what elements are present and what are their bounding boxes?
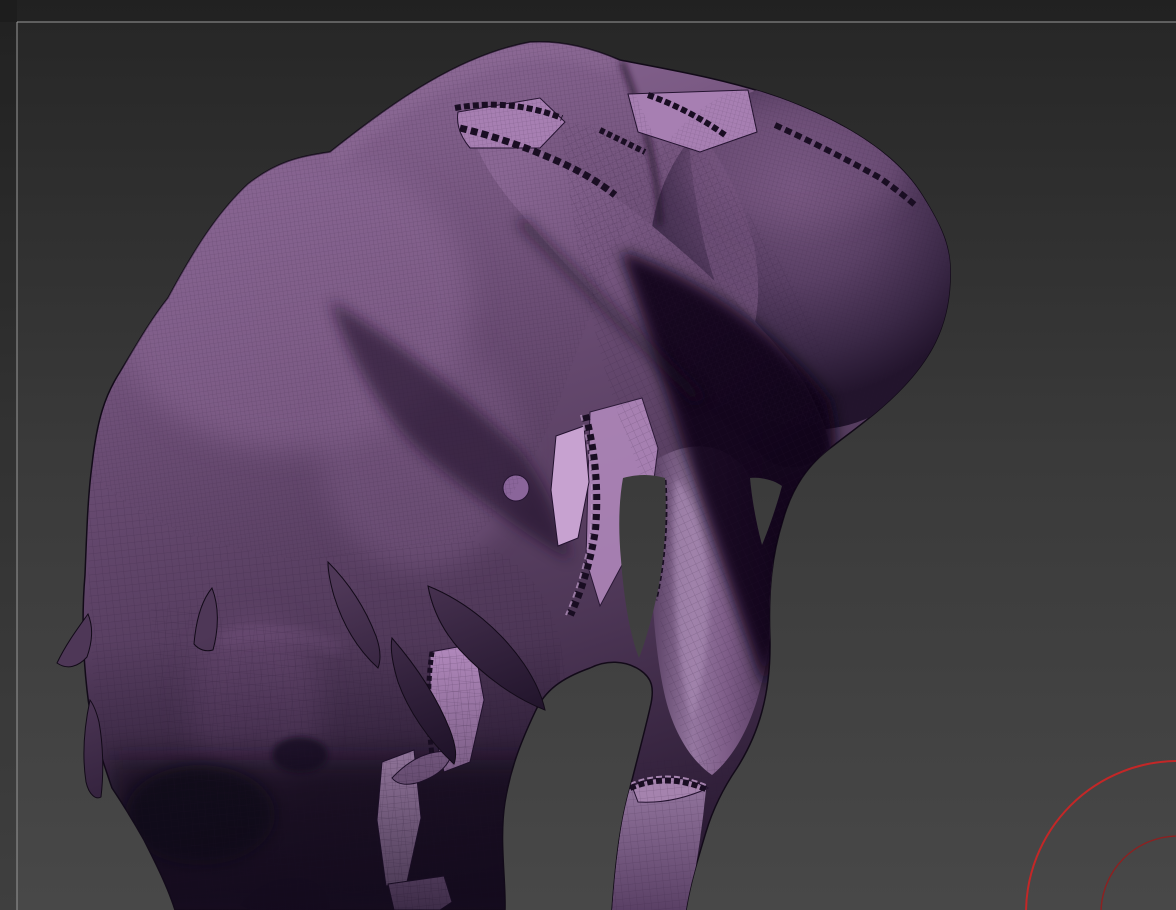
- sculpt-viewport[interactable]: [0, 0, 1176, 910]
- frame-outer-top-strip: [0, 0, 1176, 22]
- sculpt-canvas[interactable]: [0, 0, 1176, 910]
- frame-outer-left-strip: [0, 0, 17, 910]
